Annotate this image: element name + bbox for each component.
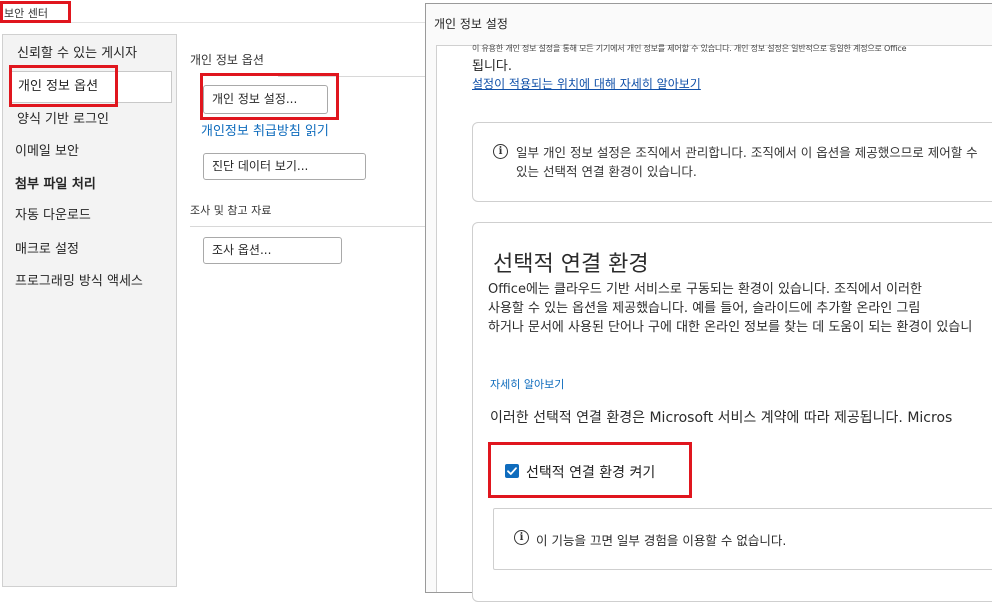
privacy-statement-link[interactable]: 개인정보 취급방침 읽기 bbox=[201, 120, 329, 139]
sidebar-item-attachment-handling[interactable]: 첨부 파일 처리 bbox=[3, 171, 176, 199]
research-section-title: 조사 및 참고 자료 bbox=[190, 204, 272, 217]
info-icon: i bbox=[514, 530, 529, 545]
connected-experiences-description: Office에는 클라우드 기반 서비스로 구동되는 환경이 있습니다. 조직에… bbox=[488, 282, 973, 335]
managed-notice-text: 일부 개인 정보 설정은 조직에서 관리합니다. 조직에서 이 옵션을 제공했으… bbox=[516, 145, 978, 179]
privacy-section-title: 개인 정보 옵션 bbox=[190, 53, 264, 67]
dialog-description-continued: 됩니다. bbox=[472, 59, 513, 74]
trust-center-sidebar: 신뢰할 수 있는 게시자 개인 정보 옵션 양식 기반 로그인 이메일 보안 첨… bbox=[2, 34, 177, 587]
dialog-description: 이 유용한 개인 정보 설정을 통해 모든 기기에서 개인 정보를 제어할 수 … bbox=[472, 44, 907, 53]
connected-learn-more-link[interactable]: 자세히 알아보기 bbox=[490, 376, 564, 392]
applies-learn-more-link[interactable]: 설정이 적용되는 위치에 대해 자세히 알아보기 bbox=[472, 75, 701, 92]
sidebar-item-programmatic-access[interactable]: 프로그래밍 방식 액세스 bbox=[3, 268, 176, 296]
connected-experiences-checkbox[interactable] bbox=[505, 464, 519, 478]
sidebar-item-trusted-publishers[interactable]: 신뢰할 수 있는 게시자 bbox=[3, 40, 176, 68]
checkmark-icon bbox=[507, 467, 517, 475]
trust-center-content: 개인 정보 옵션 개인 정보 설정... 개인정보 취급방침 읽기 진단 데이터… bbox=[178, 22, 428, 587]
sidebar-item-automatic-download[interactable]: 자동 다운로드 bbox=[3, 202, 176, 230]
sidebar-item-form-based-signin[interactable]: 양식 기반 로그인 bbox=[3, 106, 176, 134]
warning-text: 이 기능을 끄면 일부 경험을 이용할 수 없습니다. bbox=[536, 533, 787, 548]
connected-experiences-checkbox-label[interactable]: 선택적 연결 환경 켜기 bbox=[526, 462, 655, 482]
section-divider bbox=[278, 76, 428, 77]
info-icon: i bbox=[493, 144, 508, 159]
view-diagnostic-data-button[interactable]: 진단 데이터 보기... bbox=[203, 153, 366, 180]
service-agreement-note: 이러한 선택적 연결 환경은 Microsoft 서비스 계약에 따라 제공됩니… bbox=[490, 410, 953, 426]
sidebar-item-macro-settings[interactable]: 매크로 설정 bbox=[3, 236, 176, 264]
section-divider bbox=[190, 226, 428, 227]
privacy-settings-button[interactable]: 개인 정보 설정... bbox=[203, 85, 328, 114]
dialog-title: 개인 정보 설정 bbox=[434, 17, 508, 31]
research-options-button[interactable]: 조사 옵션... bbox=[203, 237, 342, 264]
trust-center-title: 보안 센터 bbox=[4, 7, 48, 20]
sidebar-item-privacy-options[interactable]: 개인 정보 옵션 bbox=[9, 71, 172, 103]
connected-experiences-title: 선택적 연결 환경 bbox=[493, 252, 649, 277]
sidebar-item-email-security[interactable]: 이메일 보안 bbox=[3, 138, 176, 166]
